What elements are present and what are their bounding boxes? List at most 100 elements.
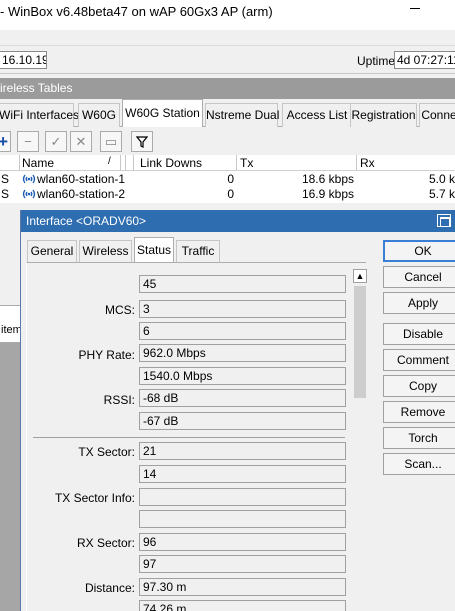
- status-panel: 45 MCS: 3 6 PHY Rate: 962.0 Mbps 1540.0 …: [26, 262, 367, 611]
- interface-dialog: Interface <ORADV60> General Wireless Sta…: [20, 210, 455, 611]
- background-area: [0, 343, 20, 611]
- mcs-prev-field: 45: [139, 275, 346, 293]
- tab-w60g[interactable]: W60G: [78, 103, 120, 127]
- arrow-up-icon[interactable]: ▲: [353, 269, 367, 283]
- distance-label: Distance:: [84, 581, 135, 595]
- station-name: wlan60-station-2: [37, 187, 126, 201]
- tab-connect-list[interactable]: Conne: [419, 103, 455, 127]
- maximize-icon[interactable]: [437, 214, 451, 227]
- cross-icon: ✕: [75, 133, 87, 149]
- comment-button[interactable]: ▭: [100, 131, 122, 152]
- table-toolbar: + − ✓ ✕ ▭: [0, 128, 455, 154]
- tx-sector-info-field-2: [139, 510, 346, 528]
- minimize-button[interactable]: [410, 8, 420, 9]
- status-bar: 16.10.196 Uptime: 4d 07:27:11: [0, 45, 455, 74]
- enable-button[interactable]: ✓: [45, 131, 67, 152]
- tab-access-list[interactable]: Access List: [282, 103, 352, 127]
- table-header: Name / Link Downs Tx Rx: [0, 155, 455, 171]
- phy-rate-field-1: 962.0 Mbps: [139, 344, 346, 362]
- tx-sector-info-label: TX Sector Info:: [54, 491, 135, 505]
- distance-field-2: 74.26 m: [139, 600, 346, 611]
- ip-address-field: 16.10.196: [0, 51, 47, 69]
- column-divider: [236, 155, 237, 171]
- plus-icon: +: [0, 131, 8, 151]
- tx-sector-field-1: 21: [139, 442, 346, 460]
- tab-w60g-station[interactable]: W60G Station: [122, 99, 203, 127]
- uptime-value: 4d 07:27:11: [394, 51, 455, 69]
- tx-sector-label: TX Sector:: [78, 445, 135, 459]
- rssi-label-wrap: RSSI:: [27, 393, 135, 407]
- column-divider: [19, 155, 20, 171]
- column-divider: [133, 155, 134, 171]
- uptime-label: Uptime:: [357, 54, 399, 68]
- filter-icon: [136, 135, 148, 148]
- column-divider: [120, 155, 121, 171]
- remove-button[interactable]: −: [17, 131, 39, 152]
- dialog-title-bar[interactable]: Interface <ORADV60>: [21, 210, 455, 232]
- column-sort-indicator: /: [108, 156, 111, 167]
- comment-icon: ▭: [104, 133, 118, 149]
- tx-value: 18.6 kbps: [301, 172, 354, 186]
- rssi-field-2: -67 dB: [139, 412, 346, 430]
- tab-status[interactable]: Status: [134, 237, 174, 263]
- tab-wifi-interfaces[interactable]: WiFi Interfaces: [0, 103, 79, 127]
- tab-wireless[interactable]: Wireless: [79, 240, 132, 262]
- phy-rate-label-wrap: PHY Rate:: [27, 348, 135, 362]
- wireless-tables-header: ireless Tables: [0, 78, 455, 99]
- tx-sector-info-field-1: [139, 488, 346, 506]
- column-tx[interactable]: Tx: [240, 156, 253, 170]
- tx-sector-field-2: 14: [139, 465, 346, 483]
- copy-button[interactable]: Copy: [383, 375, 455, 397]
- mcs-field-2: 6: [139, 322, 346, 340]
- comment-button[interactable]: Comment: [383, 349, 455, 371]
- add-button[interactable]: +: [0, 131, 11, 152]
- minus-icon: −: [24, 134, 32, 149]
- rx-sector-label: RX Sector:: [76, 536, 135, 550]
- tx-sector-label-wrap: TX Sector:: [27, 445, 135, 459]
- link-downs-value: 0: [227, 187, 234, 201]
- cancel-button[interactable]: Cancel: [383, 266, 455, 288]
- item-count-label: item: [1, 324, 20, 336]
- table-row[interactable]: S wlan60-station-1 0 18.6 kbps 5.0 k: [0, 172, 455, 187]
- dialog-title: Interface <ORADV60>: [26, 214, 147, 228]
- table-row[interactable]: S wlan60-station-2 0 16.9 kbps 5.7 k: [0, 187, 455, 202]
- rssi-field-1: -68 dB: [139, 389, 346, 407]
- item-count-strip: item: [0, 305, 20, 343]
- mcs-label: MCS:: [105, 303, 135, 317]
- station-table: Name / Link Downs Tx Rx S wlan60-station…: [0, 155, 455, 203]
- window-title: - WinBox v6.48beta47 on wAP 60Gx3 AP (ar…: [0, 4, 273, 19]
- rx-sector-field-2: 97: [139, 555, 346, 573]
- filter-button[interactable]: [131, 131, 153, 152]
- tx-sector-info-label-wrap: TX Sector Info:: [27, 491, 135, 505]
- link-downs-value: 0: [227, 172, 234, 186]
- apply-button[interactable]: Apply: [383, 292, 455, 314]
- column-link-downs[interactable]: Link Downs: [140, 156, 202, 170]
- distance-label-wrap: Distance:: [27, 581, 135, 595]
- phy-rate-label: PHY Rate:: [78, 348, 135, 362]
- tab-nstreme-dual[interactable]: Nstreme Dual: [205, 103, 279, 127]
- scrollbar-thumb[interactable]: [354, 286, 366, 398]
- wireless-tabs: WiFi Interfaces W60G W60G Station Nstrem…: [0, 99, 455, 127]
- station-name: wlan60-station-1: [37, 172, 126, 186]
- torch-button[interactable]: Torch: [383, 427, 455, 449]
- row-flag: S: [1, 172, 10, 186]
- column-divider: [356, 155, 357, 171]
- disable-button[interactable]: Disable: [383, 323, 455, 345]
- phy-rate-field-2: 1540.0 Mbps: [139, 367, 346, 385]
- ok-button[interactable]: OK: [383, 240, 455, 262]
- column-rx[interactable]: Rx: [360, 156, 375, 170]
- disable-button[interactable]: ✕: [70, 131, 92, 152]
- tab-general[interactable]: General: [27, 240, 77, 262]
- wireless-tables-title: ireless Tables: [0, 81, 73, 95]
- distance-field-1: 97.30 m: [139, 578, 346, 596]
- column-name[interactable]: Name: [22, 156, 54, 170]
- scan-button[interactable]: Scan...: [383, 453, 455, 475]
- tab-registration[interactable]: Registration: [350, 103, 417, 127]
- mcs-label-wrap: MCS:: [27, 303, 135, 317]
- column-divider: [125, 155, 126, 171]
- panel-scrollbar[interactable]: ▲: [353, 269, 367, 611]
- rx-sector-field-1: 96: [139, 533, 346, 551]
- tab-traffic[interactable]: Traffic: [176, 240, 220, 262]
- remove-button[interactable]: Remove: [383, 401, 455, 423]
- check-icon: ✓: [50, 133, 62, 149]
